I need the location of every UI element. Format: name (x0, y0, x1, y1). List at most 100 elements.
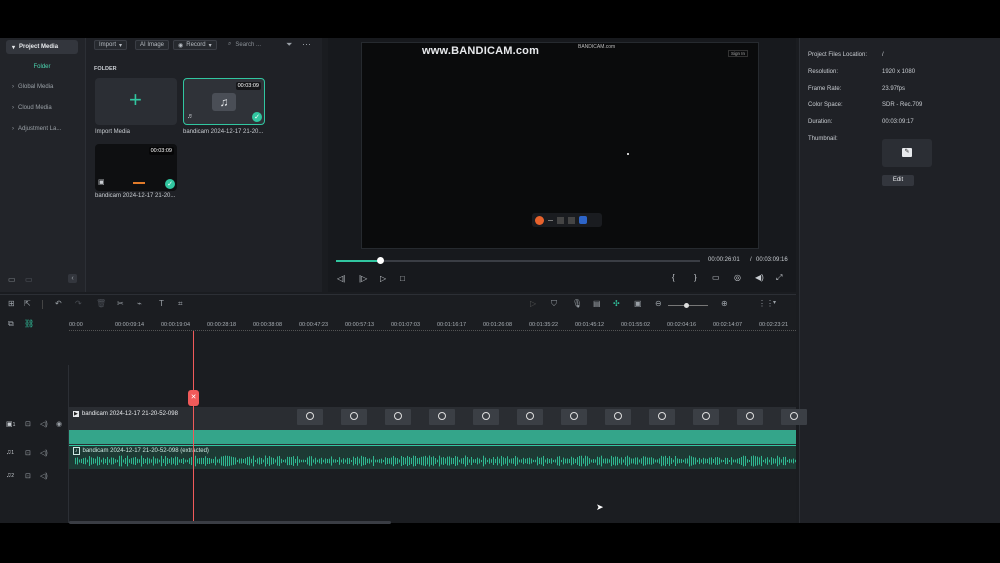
video-clip[interactable]: ▶ bandicam 2024-12-17 21-20-52-098 (69, 407, 807, 445)
microphone-icon[interactable]: 🎙 (572, 299, 582, 308)
waveform-bar (757, 456, 758, 466)
lock-icon[interactable]: ⊡ (25, 449, 31, 457)
waveform-bar (521, 459, 522, 463)
chevron-down-icon[interactable]: ▾ (773, 299, 776, 306)
playhead-handle[interactable]: ✕ (188, 390, 199, 406)
waveform-bar (485, 457, 486, 465)
waveform-bar (579, 456, 580, 466)
sidebar-item-cloud-media[interactable]: › Cloud Media (6, 101, 78, 115)
waveform-bar (525, 458, 526, 464)
waveform-bar (665, 455, 666, 467)
record-button[interactable]: ◉ Record ▾ (173, 40, 217, 50)
media-panel: Import ▾ AI Image ◉ Record ▾ ⌕ Search ..… (86, 38, 322, 292)
waveform-bar (309, 456, 310, 466)
mute-icon[interactable]: ◁) (40, 449, 48, 457)
subtitle-icon[interactable]: ▣ (634, 299, 642, 308)
display-icon[interactable]: ▭ (712, 273, 720, 282)
waveform-bar (701, 459, 702, 463)
lock-icon[interactable]: ⊡ (25, 472, 31, 480)
track-headers: ▣1 ⊡ ◁) ◉ ♫1 ⊡ ◁) ♫2 ⊡ ◁) (0, 365, 69, 523)
preview-screen[interactable]: www.BANDICAM.com BANDICAM.com Sign In (361, 42, 759, 249)
more-icon[interactable]: ⋯ (302, 39, 311, 50)
edit-thumbnail-button[interactable]: Edit (882, 175, 914, 186)
waveform-bar (539, 457, 540, 465)
track-number: 1 (12, 422, 16, 428)
stop-icon[interactable]: □ (400, 274, 405, 283)
fullscreen-icon[interactable]: ⤢ (776, 273, 782, 283)
play-icon[interactable]: ▷ (380, 274, 386, 283)
mark-in-icon[interactable]: { (672, 273, 675, 282)
filter-icon[interactable]: ⏷ (286, 40, 292, 50)
waveform-bar (209, 458, 210, 464)
sidebar-item-global-media[interactable]: › Global Media (6, 80, 78, 94)
waveform-bar (683, 459, 684, 463)
search-input[interactable]: ⌕ Search ... (228, 41, 261, 48)
progress-knob[interactable] (376, 257, 384, 264)
waveform-bar (425, 455, 426, 467)
camera-icon (568, 216, 575, 224)
eye-icon[interactable]: ◉ (56, 420, 62, 428)
waveform-bar (255, 459, 256, 463)
audio-clip[interactable]: ♪ bandicam 2024-12-17 21-20-52-098 (extr… (69, 445, 796, 469)
waveform-bar (361, 455, 362, 467)
new-folder-icon[interactable]: ▭ (8, 275, 16, 284)
delete-icon[interactable]: 🗑 (96, 299, 106, 308)
waveform-bar (417, 458, 418, 464)
waveform-bar (323, 459, 324, 463)
zoom-in-icon[interactable]: ⊕ (721, 299, 728, 308)
waveform-bar (541, 457, 542, 465)
import-button[interactable]: Import ▾ (94, 40, 128, 50)
waveform-bar (351, 459, 352, 463)
collapse-panel-icon[interactable]: ‹ (68, 274, 77, 283)
waveform-bar (413, 455, 414, 467)
volume-icon[interactable]: ◀) (755, 273, 764, 282)
shield-icon[interactable]: ⛉ (551, 299, 557, 309)
audio-track-icon: ♫2 (6, 472, 15, 479)
split-icon[interactable]: ✂ (117, 299, 124, 308)
lock-icon[interactable]: ⊡ (25, 420, 31, 428)
speed-icon[interactable]: ⌁ (137, 299, 142, 308)
waveform-bar (319, 458, 320, 464)
sidebar-item-project-media[interactable]: ▾ Project Media (6, 40, 78, 54)
zoom-slider[interactable] (668, 303, 708, 308)
mute-icon[interactable]: ◁) (40, 420, 48, 428)
grid-layout-icon[interactable]: ⊞ (8, 299, 15, 308)
thumbnail-logo-icon (526, 412, 534, 420)
waveform-bar (531, 458, 532, 464)
previous-frame-icon[interactable]: ◁| (337, 274, 345, 283)
select-tool-icon[interactable]: ⇱ (24, 299, 31, 308)
mark-out-icon[interactable]: } (694, 273, 697, 282)
waveform-bar (299, 459, 300, 463)
snapshot-icon[interactable]: ◎ (734, 273, 741, 282)
zoom-out-icon[interactable]: ⊖ (655, 299, 662, 308)
sidebar-item-folder[interactable]: Folder (6, 60, 78, 74)
add-track-icon[interactable]: ⧉ (8, 319, 14, 329)
render-icon[interactable]: ▷ (530, 299, 536, 308)
ai-image-button[interactable]: AI Image (135, 40, 170, 50)
zoom-slider-knob[interactable] (684, 303, 689, 308)
undo-icon[interactable]: ↶ (55, 299, 62, 308)
crop-icon[interactable]: ⌗ (178, 299, 183, 309)
progress-track[interactable] (336, 257, 700, 264)
voiceover-icon[interactable]: ▤ (593, 299, 601, 308)
thumbnail-preview[interactable]: ✎ (882, 139, 932, 167)
ai-tools-icon[interactable]: ✣ (613, 299, 620, 308)
timeline-scrollbar[interactable] (69, 521, 391, 524)
link-icon[interactable]: ⛓ (24, 319, 34, 328)
waveform-bar (695, 457, 696, 465)
import-media-tile[interactable]: + (95, 78, 177, 125)
layout-options-icon[interactable]: ⋮⋮ (758, 299, 774, 308)
waveform-bar (603, 458, 604, 464)
media-item-video[interactable]: 00:03:09 ▣ ✓ (95, 144, 177, 191)
text-icon[interactable]: T (159, 299, 164, 308)
mute-icon[interactable]: ◁) (40, 472, 48, 480)
waveform-bar (645, 456, 646, 466)
redo-icon[interactable]: ↷ (75, 299, 82, 308)
step-forward-icon[interactable]: |▷ (359, 274, 367, 283)
media-item-audio[interactable]: 00:03:09 ♫ ♬ ✓ (183, 78, 265, 125)
waveform-bar (533, 459, 534, 463)
waveform-bar (571, 456, 572, 466)
sidebar-item-adjustment-layer[interactable]: › Adjustment La... (6, 122, 78, 136)
folder-icon[interactable]: ▭ (25, 275, 33, 284)
waveform-bar (349, 458, 350, 464)
